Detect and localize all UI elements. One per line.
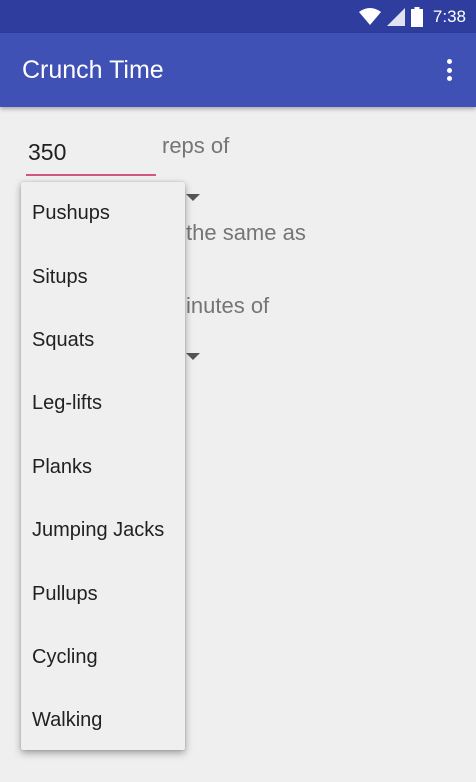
more-vert-icon[interactable] bbox=[440, 55, 458, 85]
dropdown-item-situps[interactable]: Situps bbox=[21, 245, 185, 308]
exercise-spinner-arrow-icon[interactable] bbox=[186, 194, 200, 201]
dropdown-item-leg-lifts[interactable]: Leg-lifts bbox=[21, 372, 185, 435]
reps-label: reps of bbox=[162, 133, 230, 158]
target-spinner-arrow-icon[interactable] bbox=[186, 353, 200, 360]
reps-input[interactable] bbox=[26, 130, 156, 176]
app-title: Crunch Time bbox=[22, 56, 164, 84]
status-icons: 7:38 bbox=[358, 6, 466, 28]
same-as-label: the same as bbox=[186, 220, 306, 245]
dropdown-item-pullups[interactable]: Pullups bbox=[21, 562, 185, 625]
app-bar: Crunch Time bbox=[0, 33, 476, 107]
minutes-label: inutes of bbox=[186, 293, 270, 318]
status-bar: 7:38 bbox=[0, 0, 476, 33]
dropdown-item-cycling[interactable]: Cycling bbox=[21, 626, 185, 689]
dropdown-item-walking[interactable]: Walking bbox=[21, 689, 185, 752]
dropdown-item-jumping-jacks[interactable]: Jumping Jacks bbox=[21, 499, 185, 562]
cell-signal-icon bbox=[386, 8, 405, 26]
status-time: 7:38 bbox=[432, 7, 466, 26]
wifi-icon bbox=[358, 8, 381, 25]
dropdown-item-squats[interactable]: Squats bbox=[21, 309, 185, 372]
dropdown-item-pushups[interactable]: Pushups bbox=[21, 182, 185, 245]
exercise-dropdown: Pushups Situps Squats Leg-lifts Planks J… bbox=[21, 182, 185, 750]
dropdown-item-planks[interactable]: Planks bbox=[21, 436, 185, 499]
battery-icon bbox=[410, 7, 423, 27]
